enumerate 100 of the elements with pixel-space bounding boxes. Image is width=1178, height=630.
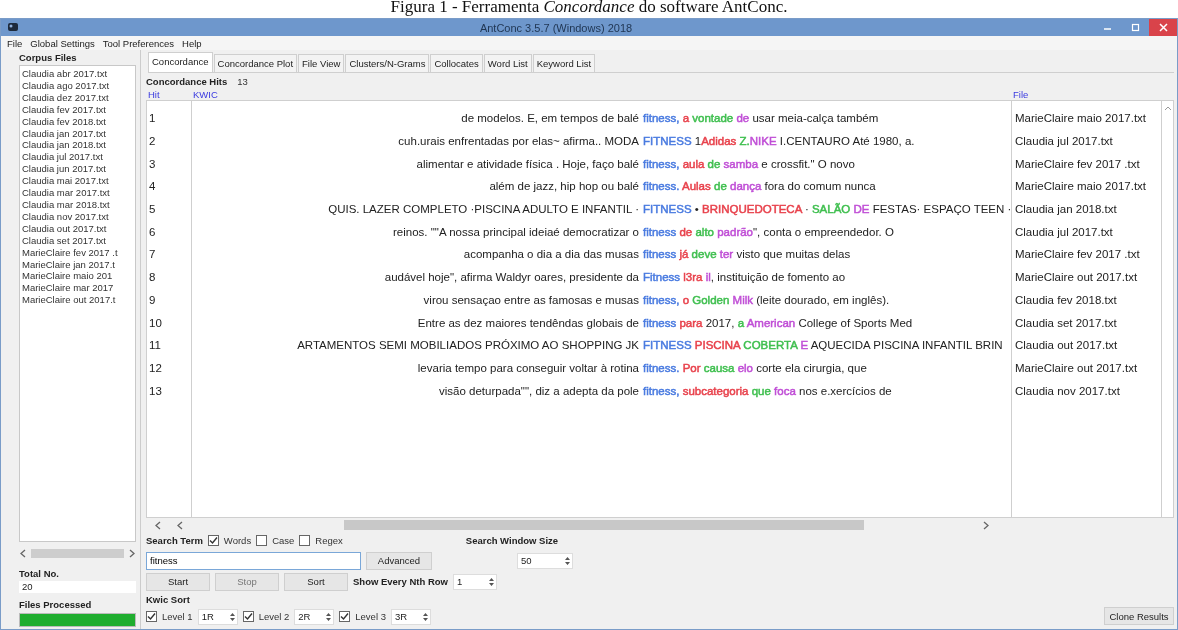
menu-item[interactable]: Global Settings <box>30 37 95 49</box>
file-name: Claudia out 2017.txt <box>1014 338 1119 354</box>
hit-number: 7 <box>148 247 157 263</box>
file-item[interactable]: Claudia abr 2017.txt <box>22 68 133 80</box>
right-context: fitness. Aulas de dança fora do comum nunca <box>643 180 877 193</box>
spinner-arrows-icon[interactable] <box>487 575 496 588</box>
field-label: Total No. <box>19 568 60 579</box>
file-item[interactable]: Claudia jun 2017.txt <box>22 163 133 176</box>
scrollbar-thumb[interactable] <box>31 548 124 558</box>
level-spinner[interactable]: 1R <box>197 608 238 625</box>
left-context: cuh.urais enfrentadas por elas~ afirma.. MODA <box>398 135 639 148</box>
level-spinner[interactable]: 2R <box>294 608 335 625</box>
checkbox[interactable] <box>299 535 311 546</box>
menu-item[interactable]: Tool Preferences <box>102 37 175 49</box>
search-field[interactable]: fitness <box>146 551 361 570</box>
right-context: fitness, aula de samba e crossfit." O novo <box>643 157 856 170</box>
hits-label: Concordance Hits <box>146 75 228 87</box>
file-item[interactable]: MarieClaire maio 201 <box>22 270 133 283</box>
close-button[interactable] <box>1149 19 1177 36</box>
total-field: 20 <box>19 581 136 593</box>
column-header[interactable]: File <box>1011 88 1161 100</box>
file-item[interactable]: Claudia nov 2017.txt <box>22 210 133 223</box>
file-name: Claudia jul 2017.txt <box>1014 134 1114 150</box>
level-label: Level 3 <box>355 611 386 622</box>
window-size-spinner[interactable]: 50 <box>517 552 573 569</box>
tab[interactable]: Word List <box>483 54 532 72</box>
right-context: fitness, subcategoria que foca nos e.xercícios de <box>643 384 893 397</box>
tab[interactable]: Concordance <box>148 52 213 72</box>
maximize-icon <box>1130 23 1140 32</box>
spinner-arrows-icon[interactable] <box>227 610 237 623</box>
checkbox[interactable] <box>256 535 268 546</box>
tab[interactable]: Clusters/N-Grams <box>345 54 430 72</box>
file-item[interactable]: Claudia set 2017.txt <box>22 234 133 247</box>
file-name: MarieClaire out 2017.txt <box>1014 360 1139 376</box>
column-header[interactable]: Hit <box>146 88 191 100</box>
hit-number: 2 <box>148 134 157 150</box>
file-item[interactable]: MarieClaire mar 2017 <box>22 282 133 295</box>
scrollbar-thumb[interactable] <box>344 520 864 530</box>
right-context: fitness. Por causa elo corte ela cirurgia, que <box>643 361 868 374</box>
action-button[interactable]: Start <box>146 572 210 591</box>
left-context: ARTAMENTOS SEMI MOBILIADOS PRÓXIMO AO SHOPPING JK <box>297 339 639 352</box>
file-name: MarieClaire maio 2017.txt <box>1014 179 1148 195</box>
tab[interactable]: Collocates <box>430 54 483 72</box>
file-item[interactable]: Claudia out 2017.txt <box>22 222 133 235</box>
checkbox[interactable] <box>146 611 157 622</box>
file-name: MarieClaire fev 2017 .txt <box>1014 247 1141 263</box>
scroll-left-icon[interactable] <box>176 520 184 530</box>
hit-number: 3 <box>148 156 157 172</box>
file-item[interactable]: Claudia dez 2017.txt <box>22 91 133 104</box>
tab[interactable]: Concordance Plot <box>213 54 298 72</box>
right-context: FITNESS • BRINQUEDOTECA · SALÃO DE FESTAS· ESPAÇO TEEN · <box>643 203 1011 216</box>
file-item[interactable]: Claudia jan 2018.txt <box>22 139 133 152</box>
tab[interactable]: File View <box>298 54 345 72</box>
clone-results-button[interactable]: Clone Results <box>1104 607 1174 625</box>
spinner-arrows-icon[interactable] <box>563 554 572 567</box>
level-label: Level 2 <box>258 611 290 622</box>
menu-item[interactable]: File <box>7 37 23 49</box>
checkbox[interactable] <box>339 611 351 622</box>
file-name: Claudia fev 2018.txt <box>1014 292 1118 308</box>
column-header[interactable]: KWIC <box>191 88 1011 100</box>
hit-number: 4 <box>148 179 157 195</box>
checkbox[interactable] <box>242 611 254 622</box>
right-context: FITNESS PISCINA COBERTA E AQUECIDA PISCINA INFANTIL BRIN <box>643 339 1004 352</box>
file-item[interactable]: Claudia fev 2018.txt <box>22 115 133 128</box>
spinner-arrows-icon[interactable] <box>420 610 430 623</box>
file-item[interactable]: Claudia mar 2017.txt <box>22 187 133 199</box>
action-button[interactable]: Sort <box>284 572 348 591</box>
spinner-arrows-icon[interactable] <box>324 610 334 623</box>
window-title: AntConc 3.5.7 (Windows) 2018 <box>478 21 634 34</box>
left-context: de modelos. E, em tempos de balé <box>461 112 639 125</box>
file-item[interactable]: MarieClaire fev 2017 .t <box>22 246 133 259</box>
file-name: MarieClaire out 2017.txt <box>1014 270 1139 286</box>
file-item[interactable]: Claudia fev 2017.txt <box>22 103 133 116</box>
hit-number: 6 <box>148 224 157 240</box>
hit-number: 8 <box>148 270 157 286</box>
file-item[interactable]: Claudia mar 2018.txt <box>22 198 133 211</box>
checkbox[interactable] <box>207 535 219 546</box>
menu-item[interactable]: Help <box>182 37 202 49</box>
right-context: FITNESS 1Adidas Z.NIKE I.CENTAURO Até 1980, a. <box>643 135 916 148</box>
advanced-button[interactable]: Advanced <box>366 551 432 570</box>
right-context: fitness para 2017, a American College of Sports Med <box>643 316 914 329</box>
file-item[interactable]: MarieClaire jan 2017.t <box>22 258 133 271</box>
file-item[interactable]: Claudia jan 2017.txt <box>22 127 133 140</box>
scroll-left-icon[interactable] <box>19 548 27 558</box>
left-context: reinos. ""A nossa principal ideiaé democratizar o <box>393 225 639 238</box>
file-item[interactable]: Claudia mai 2017.txt <box>22 175 133 188</box>
scroll-right-icon[interactable] <box>128 548 136 558</box>
file-name: MarieClaire maio 2017.txt <box>1014 111 1148 127</box>
right-context: fitness, o Golden Milk (leite dourado, em inglês). <box>643 293 891 306</box>
right-context: fitness já deve ter visto que muitas delas <box>643 248 852 261</box>
level-spinner[interactable]: 3R <box>390 608 431 625</box>
tab[interactable]: Keyword List <box>532 54 596 72</box>
file-item[interactable]: Claudia ago 2017.txt <box>22 79 133 92</box>
file-item[interactable]: MarieClaire out 2017.t <box>22 294 133 307</box>
scroll-right-icon[interactable] <box>982 520 990 530</box>
nth-row-spinner[interactable]: 1 <box>453 573 497 590</box>
right-context: fitness de alto padrão", conta o empreendedor. O <box>643 225 895 238</box>
scroll-left-icon[interactable] <box>154 520 162 530</box>
file-item[interactable]: Claudia jul 2017.txt <box>22 151 133 164</box>
scroll-up-icon[interactable] <box>1163 105 1172 111</box>
